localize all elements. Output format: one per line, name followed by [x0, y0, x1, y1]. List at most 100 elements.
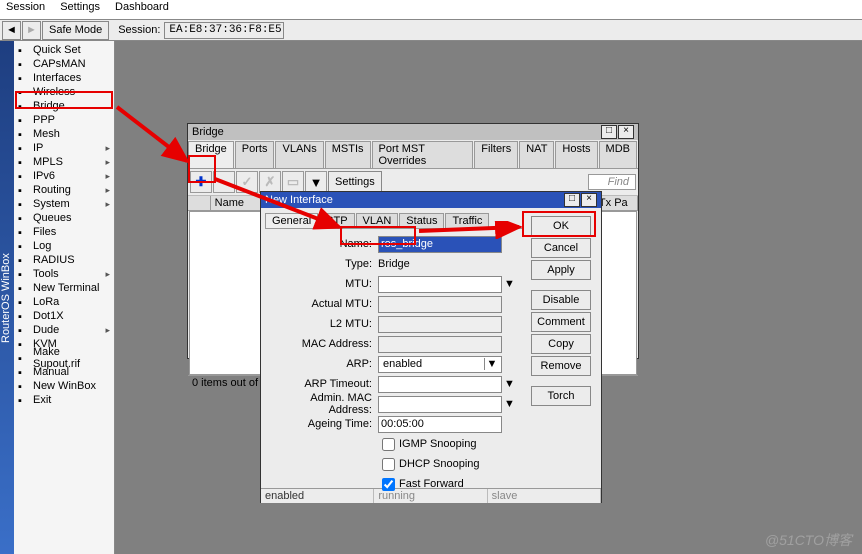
name-label: Name: [267, 238, 372, 250]
settings-button[interactable]: Settings [328, 171, 382, 193]
tab-ports[interactable]: Ports [235, 141, 275, 168]
sidebar-item-routing[interactable]: ▪Routing▸ [14, 183, 114, 197]
tab-nat[interactable]: NAT [519, 141, 554, 168]
sidebar-item-system[interactable]: ▪System▸ [14, 197, 114, 211]
tab-vlan[interactable]: VLAN [356, 213, 399, 228]
close-icon[interactable]: × [581, 193, 597, 207]
find-box[interactable]: Find [588, 174, 636, 190]
newif-title: New Interface [265, 194, 333, 206]
item-icon: ▪ [18, 101, 30, 112]
min-icon[interactable]: □ [601, 125, 617, 139]
sidebar-item-files[interactable]: ▪Files [14, 225, 114, 239]
sidebar-item-new-terminal[interactable]: ▪New Terminal [14, 281, 114, 295]
add-button[interactable]: ✚ [190, 171, 212, 193]
name-input[interactable] [378, 236, 502, 253]
sidebar-item-ipv6[interactable]: ▪IPv6▸ [14, 169, 114, 183]
sidebar-item-lora[interactable]: ▪LoRa [14, 295, 114, 309]
tab-mstis[interactable]: MSTIs [325, 141, 371, 168]
tab-traffic[interactable]: Traffic [445, 213, 489, 228]
sidebar-item-make-supout-rif[interactable]: ▪Make Supout.rif [14, 351, 114, 365]
menu-session[interactable]: Session [6, 1, 45, 13]
menu-settings[interactable]: Settings [60, 1, 100, 13]
item-icon: ▪ [18, 241, 30, 252]
filter-button[interactable]: ▼ [305, 171, 327, 193]
apply-button[interactable]: Apply [531, 260, 591, 280]
sidebar-item-tools[interactable]: ▪Tools▸ [14, 267, 114, 281]
mtu-label: MTU: [267, 278, 372, 290]
item-icon: ▪ [18, 255, 30, 266]
item-icon: ▪ [18, 157, 30, 168]
sidebar-item-dot1x[interactable]: ▪Dot1X [14, 309, 114, 323]
item-icon: ▪ [18, 283, 30, 294]
newif-titlebar[interactable]: New Interface □× [261, 192, 601, 208]
arpt-label: ARP Timeout: [267, 378, 372, 390]
type-value: Bridge [378, 258, 410, 270]
sidebar-item-capsman[interactable]: ▪CAPsMAN [14, 57, 114, 71]
igmp-checkbox[interactable] [382, 438, 395, 451]
tab-hosts[interactable]: Hosts [555, 141, 597, 168]
tab-port-mst-overrides[interactable]: Port MST Overrides [372, 141, 474, 168]
bridge-title: Bridge [192, 126, 224, 138]
sidebar-item-ppp[interactable]: ▪PPP [14, 113, 114, 127]
sidebar-item-exit[interactable]: ▪Exit [14, 393, 114, 407]
sidebar-item-mpls[interactable]: ▪MPLS▸ [14, 155, 114, 169]
close-icon[interactable]: × [618, 125, 634, 139]
ok-button[interactable]: OK [531, 216, 591, 236]
sidebar-item-log[interactable]: ▪Log [14, 239, 114, 253]
col-header[interactable] [188, 196, 211, 210]
sidebar-item-queues[interactable]: ▪Queues [14, 211, 114, 225]
mac-label: MAC Address: [267, 338, 372, 350]
item-icon: ▪ [18, 395, 30, 406]
work-area: Bridge □× BridgePortsVLANsMSTIsPort MST … [115, 41, 862, 554]
menu-dashboard[interactable]: Dashboard [115, 1, 169, 13]
newif-tabs: GeneralSTPVLANStatusTraffic [265, 212, 523, 229]
min-icon[interactable]: □ [564, 193, 580, 207]
remove-button[interactable]: Remove [531, 356, 591, 376]
newif-status: enabled running slave [261, 488, 601, 503]
safe-mode-button[interactable]: Safe Mode [42, 21, 109, 40]
tab-filters[interactable]: Filters [474, 141, 518, 168]
sidebar-item-wireless[interactable]: ▪Wireless [14, 85, 114, 99]
age-input[interactable] [378, 416, 502, 433]
arp-select[interactable]: enabled▼ [378, 356, 502, 373]
enable-button[interactable]: ✓ [236, 171, 258, 193]
disable-button[interactable]: Disable [531, 290, 591, 310]
item-icon: ▪ [18, 199, 30, 210]
arpt-input[interactable] [378, 376, 502, 393]
disable-button[interactable]: ✗ [259, 171, 281, 193]
toolbar: ◄ ► Safe Mode Session: EA:E8:37:36:F8:E5 [0, 20, 862, 41]
comment-button[interactable]: Comment [531, 312, 591, 332]
tab-stp[interactable]: STP [319, 213, 354, 228]
tab-bridge[interactable]: Bridge [188, 141, 234, 168]
remove-button[interactable]: − [213, 171, 235, 193]
comment-button[interactable]: ▭ [282, 171, 304, 193]
session-label: Session: [118, 24, 160, 36]
bridge-titlebar[interactable]: Bridge □× [188, 124, 638, 140]
sidebar-item-ip[interactable]: ▪IP▸ [14, 141, 114, 155]
cancel-button[interactable]: Cancel [531, 238, 591, 258]
copy-button[interactable]: Copy [531, 334, 591, 354]
torch-button[interactable]: Torch [531, 386, 591, 406]
mtu-input[interactable] [378, 276, 502, 293]
amtu-label: Actual MTU: [267, 298, 372, 310]
mac-input [378, 336, 502, 353]
sidebar-item-new-winbox[interactable]: ▪New WinBox [14, 379, 114, 393]
dhcp-checkbox[interactable] [382, 458, 395, 471]
new-interface-window: New Interface □× GeneralSTPVLANStatusTra… [260, 191, 602, 503]
amac-input[interactable] [378, 396, 502, 413]
forward-button[interactable]: ► [22, 21, 41, 40]
tab-mdb[interactable]: MDB [599, 141, 637, 168]
back-button[interactable]: ◄ [2, 21, 21, 40]
sidebar-item-mesh[interactable]: ▪Mesh [14, 127, 114, 141]
sidebar-item-radius[interactable]: ▪RADIUS [14, 253, 114, 267]
item-icon: ▪ [18, 353, 30, 364]
sidebar-item-bridge[interactable]: ▪Bridge [14, 99, 114, 113]
item-icon: ▪ [18, 381, 30, 392]
sidebar-item-dude[interactable]: ▪Dude▸ [14, 323, 114, 337]
sidebar-item-quick-set[interactable]: ▪Quick Set [14, 43, 114, 57]
session-value: EA:E8:37:36:F8:E5 [164, 22, 284, 39]
sidebar-item-interfaces[interactable]: ▪Interfaces [14, 71, 114, 85]
tab-vlans[interactable]: VLANs [275, 141, 323, 168]
tab-general[interactable]: General [265, 213, 318, 228]
tab-status[interactable]: Status [399, 213, 444, 228]
